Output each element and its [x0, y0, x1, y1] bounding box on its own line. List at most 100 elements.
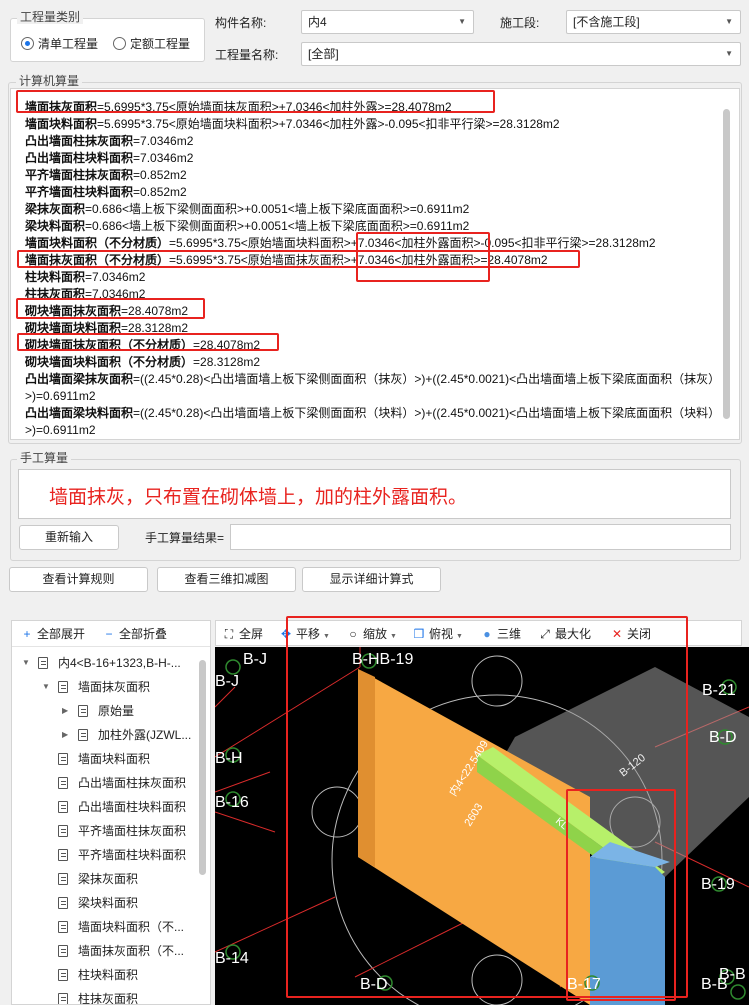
tree-item-label: 平齐墙面柱抹灰面积 [78, 824, 187, 838]
caret-down-icon[interactable]: ▼ [42, 675, 50, 699]
manual-calc-input[interactable]: 墙面抹灰，只布置在砌体墙上，加的柱外露面积。 [18, 469, 731, 519]
document-icon [78, 729, 88, 741]
tree-item[interactable]: 柱抹灰面积 [12, 987, 202, 1004]
tree-scrollbar[interactable] [199, 660, 206, 875]
manual-result-field[interactable] [230, 524, 731, 550]
chevron-down-icon: ▼ [323, 633, 330, 640]
calc-text-area[interactable]: 墙面抹灰面积=5.6995*3.75<原始墙面抹灰面积>+7.0346<加柱外露… [10, 88, 740, 440]
tree-item[interactable]: 墙面抹灰面积（不... [12, 939, 202, 963]
calc-line-expr: =5.6995*3.75<原始墙面抹灰面积>+7.0346<加柱外露面积>=28… [169, 253, 548, 267]
component-name-value: 内4 [308, 15, 327, 29]
document-icon [38, 657, 48, 669]
stage-select[interactable]: [不含施工段] ▼ [566, 10, 741, 34]
tree-item-label: 加柱外露(JZWL... [98, 728, 192, 742]
tree-item-label: 梁块料面积 [78, 896, 139, 910]
pan-label: 平移 [296, 627, 321, 641]
axis-label-bj: B-J [215, 673, 239, 690]
tree-item[interactable]: 梁块料面积 [12, 891, 202, 915]
axis-label-bb-2: B-B [719, 966, 746, 983]
radio-bill-quantity[interactable]: 清单工程量 [21, 35, 98, 52]
computer-calc-legend: 计算机算量 [16, 74, 83, 88]
document-icon [58, 849, 68, 861]
tree-item[interactable]: 平齐墙面柱抹灰面积 [12, 819, 202, 843]
document-icon [58, 777, 68, 789]
calc-line: 墙面块料面积（不分材质）=5.6995*3.75<原始墙面块料面积>+7.034… [25, 235, 720, 252]
expand-all-button[interactable]: + 全部展开 [20, 621, 85, 647]
manual-calc-legend: 手工算量 [17, 451, 72, 465]
calc-line: 柱块料面积=7.0346m2 [25, 269, 720, 286]
calc-line: 砌块墙面块料面积=28.3128m2 [25, 320, 720, 337]
tree-item[interactable]: 凸出墙面柱抹灰面积 [12, 771, 202, 795]
axis-label-bj-top: B-J [243, 651, 267, 668]
radio-quota-quantity-label: 定额工程量 [130, 37, 191, 51]
radio-dot-selected [21, 37, 34, 50]
calc-line: 凸出墙面柱抹灰面积=7.0346m2 [25, 133, 720, 150]
three-d-button[interactable]: ● 三维 [480, 621, 521, 647]
caret-right-icon[interactable]: ▶ [62, 723, 68, 747]
document-icon [58, 897, 68, 909]
radio-quota-quantity[interactable]: 定额工程量 [113, 35, 190, 52]
component-name-select[interactable]: 内4 ▼ [301, 10, 474, 34]
pan-icon: ✥ [280, 627, 292, 641]
axis-label-b17: B-17 [567, 976, 601, 993]
tree-item[interactable]: 平齐墙面柱块料面积 [12, 843, 202, 867]
maximize-icon: ⤢ [540, 627, 550, 641]
calc-line-expr: =28.3128m2 [193, 355, 261, 369]
wall-edge-shape [358, 669, 375, 867]
tree-item-label: 墙面抹灰面积 [78, 680, 151, 694]
tree-item[interactable]: ▶ 原始量 [12, 699, 202, 723]
radio-dot [113, 37, 126, 50]
tree-item[interactable]: 墙面块料面积 [12, 747, 202, 771]
document-icon [58, 681, 68, 693]
top-view-label: 俯视 [429, 627, 454, 641]
tree-item[interactable]: 柱块料面积 [12, 963, 202, 987]
pan-button[interactable]: ✥ 平移 ▼ [279, 621, 330, 647]
calc-line-name: 墙面抹灰面积（不分材质） [25, 253, 170, 267]
calc-line-name: 凸出墙面梁块料面积 [25, 406, 134, 420]
reinput-button[interactable]: 重新输入 [19, 525, 119, 550]
calc-line-name: 柱块料面积 [25, 270, 86, 284]
collapse-all-button[interactable]: − 全部折叠 [102, 621, 167, 647]
fullscreen-button[interactable]: ⛶ 全屏 [222, 621, 263, 647]
tree-item[interactable]: ▶ 加柱外露(JZWL... [12, 723, 202, 747]
caret-right-icon[interactable]: ▶ [62, 699, 68, 723]
view-3d-deduction-button[interactable]: 查看三维扣减图 [157, 567, 296, 592]
stage-value: [不含施工段] [573, 15, 640, 29]
orbit-handle-bottom [471, 954, 523, 1005]
caret-down-icon[interactable]: ▼ [22, 651, 30, 675]
axis-label-bhb19: B-HB-19 [352, 651, 413, 668]
tree-item[interactable]: 墙面块料面积（不... [12, 915, 202, 939]
calc-line: 墙面块料面积=5.6995*3.75<原始墙面块料面积>+7.0346<加柱外露… [25, 116, 720, 133]
calc-line: 砌块墙面块料面积（不分材质）=28.3128m2 [25, 354, 720, 371]
maximize-button[interactable]: ⤢ 最大化 [538, 621, 591, 647]
view-calc-rules-button[interactable]: 查看计算规则 [9, 567, 148, 592]
three-d-label: 三维 [497, 627, 522, 641]
calc-line-name: 墙面抹灰面积 [25, 100, 98, 114]
chevron-down-icon: ▼ [725, 49, 733, 58]
calc-line-name: 梁抹灰面积 [25, 202, 86, 216]
tree-item[interactable]: ▼ 内4<B-16+1323,B-H-... [12, 651, 202, 675]
3d-scene: 内4<22.5409 2603 B-120 KL B-J B-J B-H B-1… [215, 647, 749, 1005]
qty-name-select[interactable]: [全部] ▼ [301, 42, 741, 66]
collapse-all-icon: − [105, 627, 113, 641]
calc-line: 凸出墙面梁块料面积=((2.45*0.28)<凸出墙面墙上板下梁侧面面积（块料）… [25, 405, 720, 439]
calc-line-name: 砌块墙面抹灰面积 [25, 304, 122, 318]
column-shape [590, 857, 665, 1005]
chevron-down-icon: ▼ [725, 17, 733, 26]
tree-item[interactable]: ▼ 墙面抹灰面积 [12, 675, 202, 699]
component-name-label: 构件名称: [215, 16, 267, 30]
show-detail-formula-button[interactable]: 显示详细计算式 [302, 567, 441, 592]
fullscreen-icon: ⛶ [224, 627, 234, 641]
qty-name-label: 工程量名称: [215, 48, 279, 62]
zoom-button[interactable]: ○ 缩放 ▼ [346, 621, 397, 647]
calc-line-expr: =5.6995*3.75<原始墙面抹灰面积>+7.0346<加柱外露>=28.4… [97, 100, 452, 114]
tree-item[interactable]: 凸出墙面柱块料面积 [12, 795, 202, 819]
calc-line: 凸出墙面柱块料面积=7.0346m2 [25, 150, 720, 167]
close-view-button[interactable]: ✕ 关闭 [610, 621, 651, 647]
tree-item[interactable]: 梁抹灰面积 [12, 867, 202, 891]
calc-line-expr: =0.852m2 [133, 168, 187, 182]
top-view-button[interactable]: ❒ 俯视 ▼ [412, 621, 463, 647]
3d-viewport[interactable]: 内4<22.5409 2603 B-120 KL B-J B-J B-H B-1… [215, 647, 749, 1005]
axis-label-b21: B-21 [702, 682, 736, 699]
calc-scrollbar[interactable] [723, 109, 730, 419]
